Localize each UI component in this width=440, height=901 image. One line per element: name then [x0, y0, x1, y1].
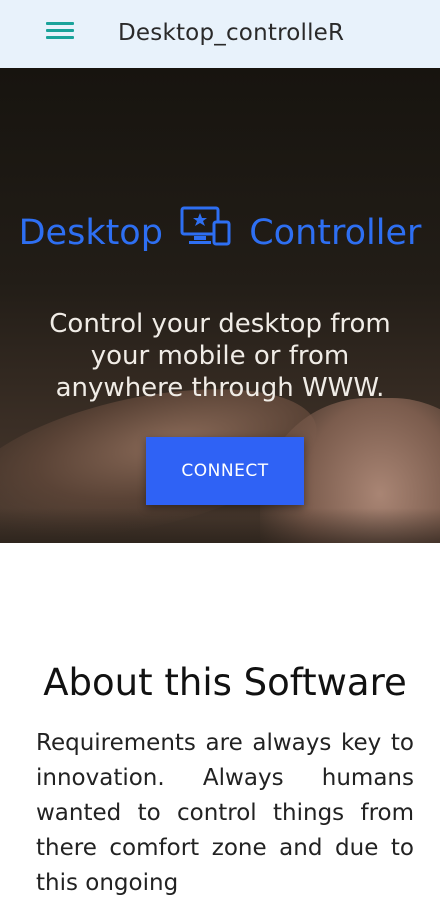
brand-text-left: Desktop	[18, 213, 163, 253]
about-section: About this Software Requirements are alw…	[0, 661, 440, 901]
about-text: Requirements are always key to innovatio…	[36, 730, 414, 896]
hamburger-menu-icon[interactable]	[46, 22, 74, 46]
app-bar: Desktop_controlleR	[0, 0, 440, 68]
desktop-devices-icon	[180, 206, 232, 259]
about-title: About this Software	[43, 661, 407, 704]
hero-banner: Desktop Controller Control your desktop …	[0, 68, 440, 543]
app-title: Desktop_controlleR	[118, 20, 345, 46]
hero-tagline: Control your desktop from your mobile or…	[49, 309, 391, 403]
connect-button[interactable]: CONNECT	[146, 437, 304, 505]
brand-logo: Desktop Controller	[0, 206, 440, 259]
brand-text-right: Controller	[249, 213, 422, 253]
